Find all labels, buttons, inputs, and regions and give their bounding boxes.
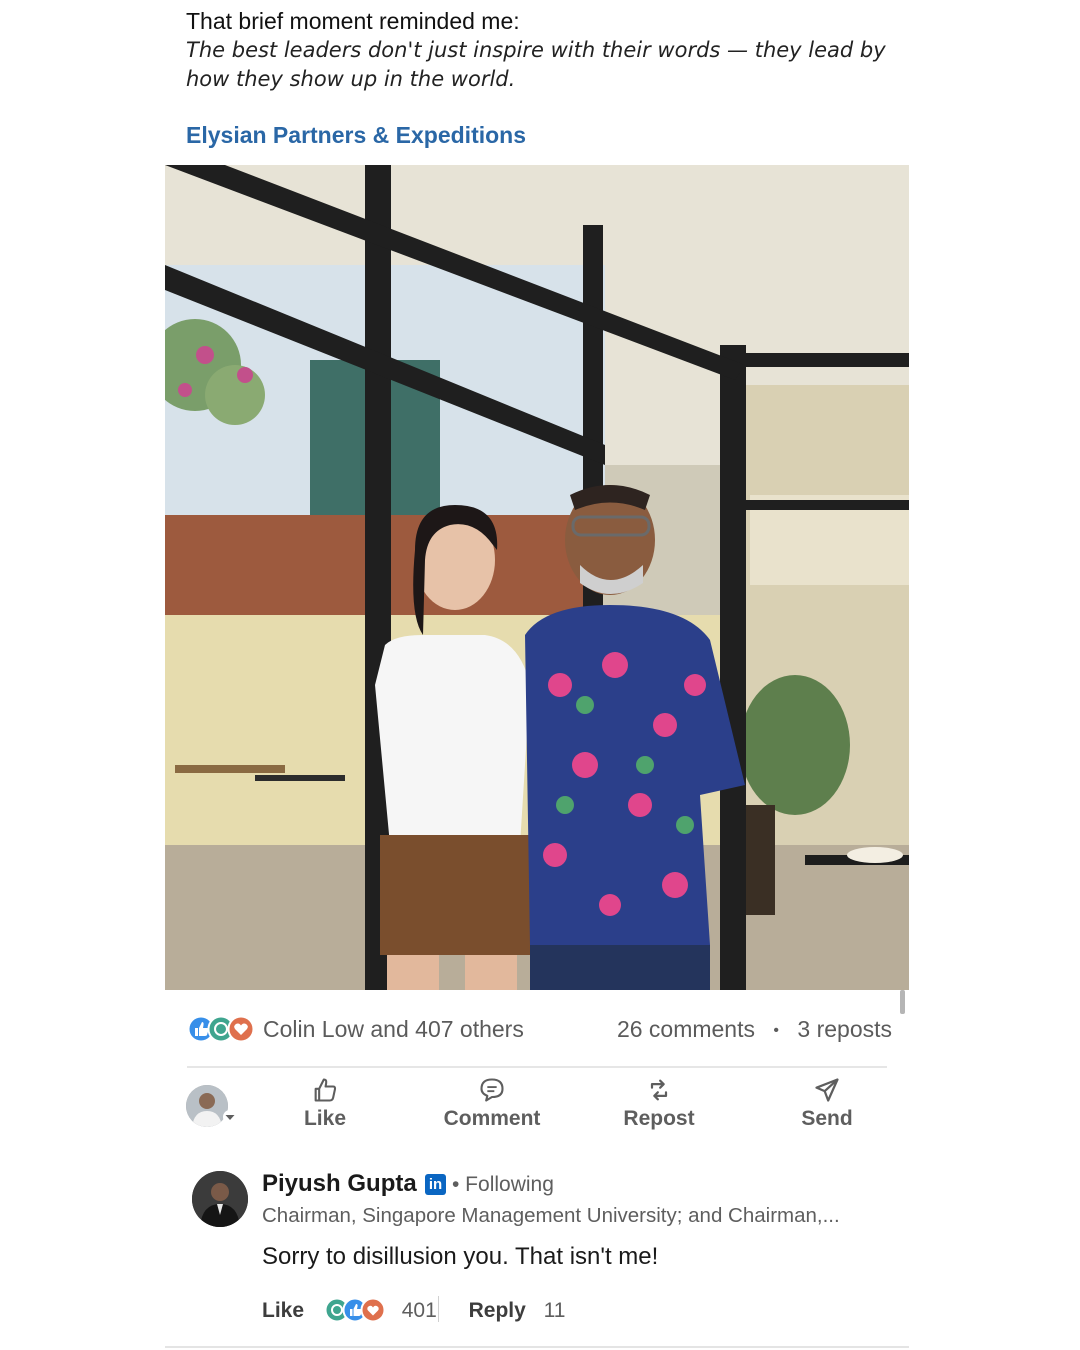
post-photo-illustration	[165, 165, 909, 990]
send-button[interactable]: Send	[762, 1076, 892, 1131]
commenter-name[interactable]: Piyush Gupta	[262, 1170, 417, 1198]
comment-reaction-icons	[324, 1297, 386, 1323]
commenter-avatar-image	[192, 1171, 248, 1227]
comment-icon	[480, 1078, 504, 1102]
send-label: Send	[801, 1107, 853, 1130]
commenter-headline: Chairman, Singapore Management Universit…	[262, 1204, 840, 1227]
comment-text: Sorry to disillusion you. That isn't me!	[262, 1243, 659, 1270]
reposts-count-link[interactable]: 3 reposts	[797, 1016, 892, 1042]
company-link[interactable]: Elysian Partners & Expeditions	[186, 122, 526, 149]
post-body: That brief moment reminded me: The best …	[186, 6, 946, 94]
comment-button[interactable]: Comment	[427, 1076, 557, 1131]
comment-reaction-count[interactable]: 401	[402, 1299, 437, 1322]
divider	[187, 1066, 887, 1068]
linkedin-icon: in	[425, 1174, 446, 1195]
comments-reposts: 26 comments • 3 reposts	[617, 1016, 892, 1043]
chevron-down-icon[interactable]	[222, 1110, 238, 1124]
send-icon	[815, 1078, 839, 1102]
reactors-link[interactable]: Colin Low and 407 others	[263, 1016, 524, 1043]
following-status: • Following	[452, 1173, 554, 1196]
post-photo[interactable]	[165, 165, 909, 990]
reply-button[interactable]: Reply	[469, 1299, 526, 1322]
scrollbar-thumb[interactable]	[900, 990, 905, 1014]
commenter-avatar[interactable]	[192, 1171, 248, 1227]
repost-label: Repost	[623, 1107, 695, 1130]
bottom-divider	[165, 1346, 909, 1348]
comment-actions-divider	[438, 1296, 439, 1322]
reply-count[interactable]: 11	[544, 1299, 566, 1322]
post-intro-line: That brief moment reminded me:	[186, 8, 520, 34]
comments-count-link[interactable]: 26 comments	[617, 1016, 755, 1042]
reaction-icons	[187, 1015, 255, 1043]
post-quote-line-2: how they show up in the world.	[186, 67, 516, 91]
like-label: Like	[303, 1107, 347, 1130]
comment-like-button[interactable]: Like	[262, 1299, 304, 1322]
thumbs-up-icon	[314, 1078, 337, 1102]
like-button[interactable]: Like	[260, 1076, 390, 1131]
post-quote-line-1: The best leaders don't just inspire with…	[186, 38, 886, 62]
social-counts: Colin Low and 407 others 26 comments • 3…	[187, 1012, 892, 1046]
comment-actions: Like 401 Reply 11	[262, 1297, 565, 1323]
separator-dot: •	[773, 1021, 779, 1039]
repost-icon	[650, 1079, 668, 1101]
comment-label: Comment	[443, 1107, 541, 1130]
repost-button[interactable]: Repost	[594, 1076, 724, 1131]
